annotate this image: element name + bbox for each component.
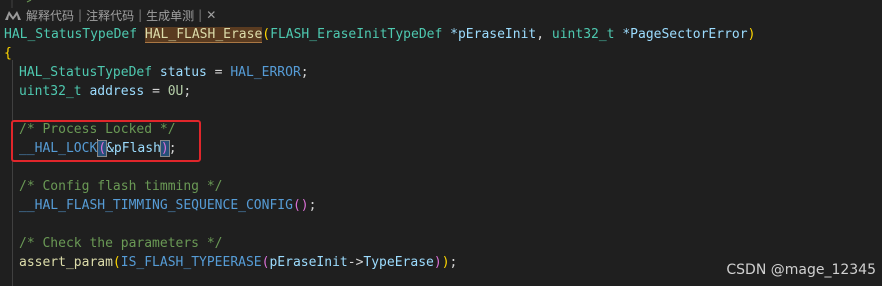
separator: | [138,8,143,22]
paren: ( [262,27,271,42]
indent-guide [12,60,13,286]
semicolon: ; [449,255,458,270]
paren: ( [112,255,121,270]
separator: | [78,8,83,22]
ai-codelens-bar: 解释代码 | 注释代码 | 生成单测 | ✕ [4,7,216,23]
csdn-watermark: CSDN @mage_12345 [726,262,876,278]
number: 0U [167,84,184,99]
param-type: uint32_t [544,27,615,42]
variable: address [81,84,145,99]
param-type: FLASH_EraseInitTypeDef [270,27,443,42]
highlight-annotation-box [11,120,201,162]
type: HAL_StatusTypeDef [19,65,153,80]
code-line-assert[interactable]: assert_param(IS_FLASH_TYPEERASE(pEraseIn… [19,253,457,272]
comma: , [536,27,545,42]
comment: /* Check the parameters */ [19,236,223,251]
comment: /* Config flash timming */ [19,179,223,194]
param-name: *PageSectorError [614,27,748,42]
code-line-brace[interactable]: { [4,44,12,63]
arrow-operator: -> [347,255,364,270]
code-line-signature[interactable]: HAL_StatusTypeDef HAL_FLASH_Erase(FLASH_… [4,25,755,44]
semicolon: ; [183,84,192,99]
return-type: HAL_StatusTypeDef [4,27,138,42]
marscode-logo-icon [5,11,21,20]
code-line-comment-check-params[interactable]: /* Check the parameters */ [19,234,223,253]
code-line-address-decl[interactable]: uint32_t address = 0U; [19,82,191,101]
member: TypeErase [363,255,434,270]
macro-call: IS_FLASH_TYPEERASE [120,255,262,270]
separator: | [198,8,203,22]
paren: ) [747,27,756,42]
code-line-comment-config-timing[interactable]: /* Config flash timming */ [19,177,223,196]
paren: ) [433,255,442,270]
comment-code-action[interactable]: 注释代码 [86,7,134,24]
paren: ) [441,255,450,270]
constant: HAL_ERROR [230,65,301,80]
variable: status [152,65,207,80]
open-brace: { [4,46,12,61]
function-call: assert_param [19,255,113,270]
function-name: HAL_FLASH_Erase [144,27,263,43]
code-line-status-decl[interactable]: HAL_StatusTypeDef status = HAL_ERROR; [19,63,309,82]
operator: = [206,65,231,80]
semicolon: ; [308,198,317,213]
generate-unit-test-action[interactable]: 生成单测 [146,7,194,24]
macro-call: __HAL_FLASH_TIMMING_SEQUENCE_CONFIG [19,198,293,213]
param-name: *pEraseInit [442,27,537,42]
parens: () [292,198,309,213]
operator: = [144,84,168,99]
explain-code-action[interactable]: 解释代码 [26,7,74,24]
argument: pEraseInit [269,255,348,270]
code-line-timing-config[interactable]: __HAL_FLASH_TIMMING_SEQUENCE_CONFIG(); [19,196,316,215]
close-icon[interactable]: ✕ [206,8,216,22]
type: uint32_t [19,84,82,99]
semicolon: ; [300,65,309,80]
